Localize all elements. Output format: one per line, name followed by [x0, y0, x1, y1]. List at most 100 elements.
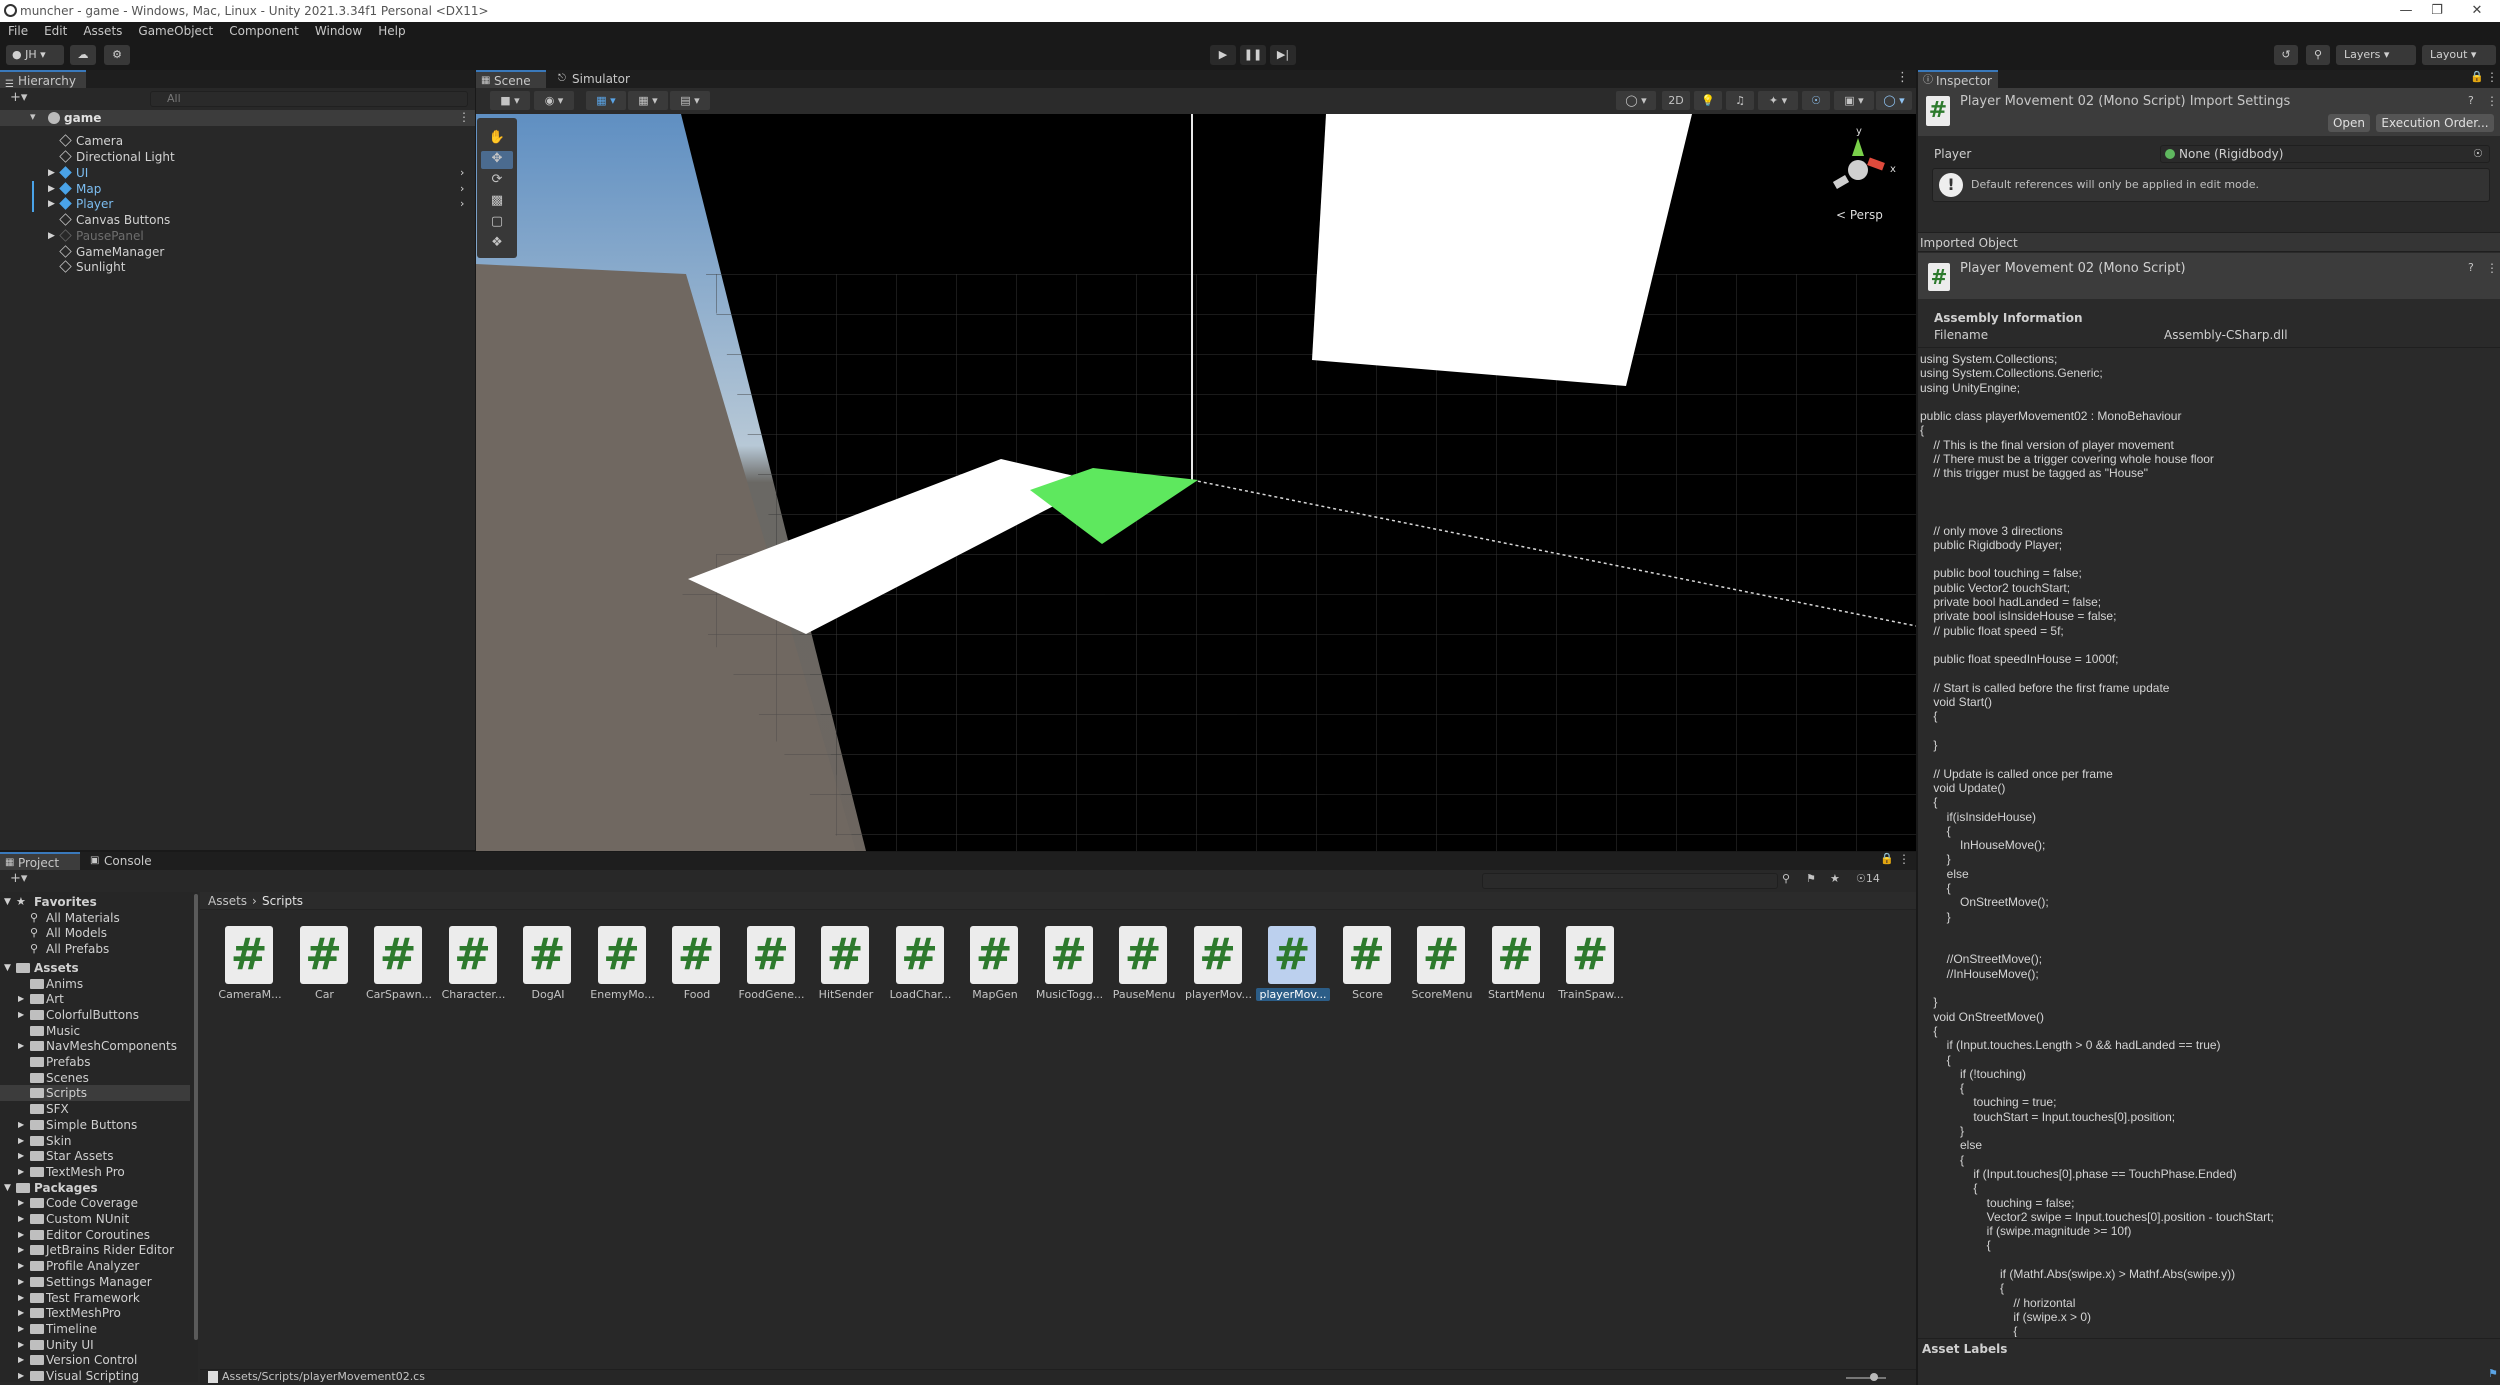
- close-icon[interactable]: ✕: [2454, 0, 2500, 22]
- folder-tree-item[interactable]: SFX: [0, 1101, 190, 1117]
- play-button[interactable]: ▶: [1210, 45, 1236, 65]
- audio-toggle-icon[interactable]: ♫: [1726, 91, 1754, 110]
- script-asset[interactable]: # CameraM...: [213, 926, 287, 1004]
- packages-header[interactable]: ▼ Packages: [0, 1180, 190, 1196]
- tab-simulator[interactable]: ⎋ Simulator: [554, 70, 644, 88]
- folder-tree-item[interactable]: ▶ Custom NUnit: [0, 1211, 190, 1227]
- increment-snap-dropdown[interactable]: ▦ ▾: [628, 91, 668, 110]
- folder-tree-item[interactable]: ▶ Unity UI: [0, 1337, 190, 1353]
- grid-snap-dropdown[interactable]: ▦ ▾: [586, 91, 626, 110]
- effects-dropdown[interactable]: ✦ ▾: [1758, 91, 1798, 110]
- hierarchy-item[interactable]: Canvas Buttons: [0, 212, 475, 228]
- history-icon[interactable]: ↺: [2274, 45, 2298, 65]
- expand-arrow-icon[interactable]: ▶: [18, 991, 24, 1007]
- cloud-icon[interactable]: ☁: [70, 45, 96, 65]
- script-asset[interactable]: # CarSpawn...: [362, 926, 436, 1004]
- hierarchy-search-input[interactable]: All: [150, 91, 468, 107]
- expand-arrow-icon[interactable]: ▶: [18, 1007, 24, 1023]
- account-dropdown[interactable]: ● JH ▾: [6, 45, 64, 65]
- folder-tree-item[interactable]: ▶ Code Coverage: [0, 1195, 190, 1211]
- script-menu-icon[interactable]: ⋮: [2486, 261, 2498, 275]
- folder-tree-item[interactable]: Anims: [0, 976, 190, 992]
- script-asset[interactable]: # Score: [1331, 926, 1405, 1004]
- transform-tool-icon[interactable]: ❖: [481, 235, 513, 253]
- expand-arrow-icon[interactable]: ▶: [18, 1258, 24, 1274]
- menu-edit[interactable]: Edit: [36, 22, 75, 40]
- lighting-toggle-icon[interactable]: 💡: [1694, 91, 1722, 110]
- script-asset[interactable]: # HitSender: [809, 926, 883, 1004]
- expand-arrow-icon[interactable]: ▶: [18, 1337, 24, 1353]
- search-icon[interactable]: ⚲: [2306, 45, 2330, 65]
- add-object-icon[interactable]: +▾: [10, 90, 27, 105]
- script-asset[interactable]: # Food: [660, 926, 734, 1004]
- script-asset[interactable]: # playerMov...: [1182, 926, 1256, 1004]
- services-gear-icon[interactable]: ⚙: [104, 45, 130, 65]
- folder-tree-item[interactable]: ▶ Editor Coroutines: [0, 1227, 190, 1243]
- expand-arrow-icon[interactable]: ▶: [18, 1227, 24, 1243]
- tab-scene[interactable]: ▦ Scene: [476, 70, 546, 88]
- zoom-slider-thumb[interactable]: [1870, 1373, 1878, 1381]
- open-prefab-icon[interactable]: ›: [460, 165, 464, 181]
- script-asset[interactable]: # EnemyMo...: [586, 926, 660, 1004]
- execution-order-button[interactable]: Execution Order...: [2376, 114, 2494, 132]
- hierarchy-item[interactable]: Sunlight: [0, 259, 475, 275]
- scale-tool-icon[interactable]: ▩: [481, 193, 513, 211]
- folder-tree-item[interactable]: ⚲ All Prefabs: [0, 941, 190, 957]
- gizmos-dropdown[interactable]: ◯ ▾: [1876, 91, 1912, 110]
- help-icon[interactable]: ?: [2468, 94, 2474, 107]
- shading-mode-dropdown[interactable]: ◯ ▾: [1616, 91, 1656, 110]
- script-asset[interactable]: # StartMenu: [1480, 926, 1554, 1004]
- folder-tree-item[interactable]: ⚲ All Models: [0, 925, 190, 941]
- folder-tree-item[interactable]: ▶ JetBrains Rider Editor: [0, 1242, 190, 1258]
- projection-label[interactable]: < Persp: [1836, 208, 1883, 222]
- search-by-type-icon[interactable]: ⚲: [1782, 872, 1790, 885]
- player-object-field[interactable]: None (Rigidbody) ☉: [2160, 145, 2490, 163]
- folder-tree-item[interactable]: ▶ Version Control: [0, 1352, 190, 1368]
- menu-assets[interactable]: Assets: [75, 22, 130, 40]
- folder-tree-item[interactable]: ▶ Test Framework: [0, 1290, 190, 1306]
- step-button[interactable]: ▶|: [1270, 45, 1296, 65]
- open-prefab-icon[interactable]: ›: [460, 181, 464, 197]
- inspector-lock-icon[interactable]: 🔒: [2470, 70, 2484, 83]
- global-handle-dropdown[interactable]: ◉ ▾: [534, 91, 574, 110]
- script-asset[interactable]: # Character...: [437, 926, 511, 1004]
- script-asset[interactable]: # DogAI: [511, 926, 585, 1004]
- folder-tree-item[interactable]: ▶ NavMeshComponents: [0, 1038, 190, 1054]
- hierarchy-item[interactable]: GameManager: [0, 244, 475, 260]
- folder-tree-item[interactable]: ▶ TextMeshPro: [0, 1305, 190, 1321]
- scene-row[interactable]: ▾ game ⋮: [0, 110, 475, 126]
- hidden-objects-icon[interactable]: ☉: [1802, 91, 1830, 110]
- hierarchy-item[interactable]: ▶ Map ›: [0, 181, 475, 197]
- breadcrumb-scripts[interactable]: Scripts: [262, 894, 303, 908]
- script-asset[interactable]: # PauseMenu: [1107, 926, 1181, 1004]
- folder-tree-item[interactable]: ▶ Skin: [0, 1133, 190, 1149]
- expand-arrow-icon[interactable]: ▶: [48, 228, 55, 244]
- toggle-2d-button[interactable]: 2D: [1662, 91, 1690, 110]
- menu-component[interactable]: Component: [221, 22, 307, 40]
- object-picker-icon[interactable]: ☉: [2473, 146, 2483, 162]
- folder-tree-item[interactable]: Prefabs: [0, 1054, 190, 1070]
- header-menu-icon[interactable]: ⋮: [2486, 94, 2498, 108]
- folder-tree-item[interactable]: ▶ Simple Buttons: [0, 1117, 190, 1133]
- inspector-menu-icon[interactable]: ⋮: [2486, 70, 2498, 84]
- orientation-gizmo[interactable]: y x < Persp: [1826, 120, 1906, 230]
- script-asset[interactable]: # Car: [288, 926, 362, 1004]
- zoom-slider-track[interactable]: [1846, 1377, 1886, 1379]
- project-search-input[interactable]: [1482, 873, 1778, 889]
- folder-tree-item[interactable]: ▶ Profile Analyzer: [0, 1258, 190, 1274]
- expand-arrow-icon[interactable]: ▶: [18, 1321, 24, 1337]
- script-asset[interactable]: # TrainSpaw...: [1554, 926, 1628, 1004]
- project-menu-icon[interactable]: ⋮: [1898, 852, 1910, 866]
- menu-file[interactable]: File: [0, 22, 36, 40]
- folder-tree-item[interactable]: Scripts: [0, 1085, 190, 1102]
- layers-dropdown[interactable]: Layers ▾: [2336, 45, 2416, 65]
- tab-console[interactable]: ▣ Console: [86, 852, 166, 870]
- menu-help[interactable]: Help: [370, 22, 413, 40]
- folder-tree-item[interactable]: ▶ Timeline: [0, 1321, 190, 1337]
- expand-arrow-icon[interactable]: ▶: [18, 1368, 24, 1384]
- grid-plane-dropdown[interactable]: ▤ ▾: [670, 91, 710, 110]
- hidden-packages-icon[interactable]: ☉14: [1856, 872, 1880, 885]
- folder-tree-item[interactable]: Music: [0, 1023, 190, 1039]
- assets-header[interactable]: ▼ Assets: [0, 960, 190, 976]
- tab-project[interactable]: ▦ Project: [0, 852, 80, 870]
